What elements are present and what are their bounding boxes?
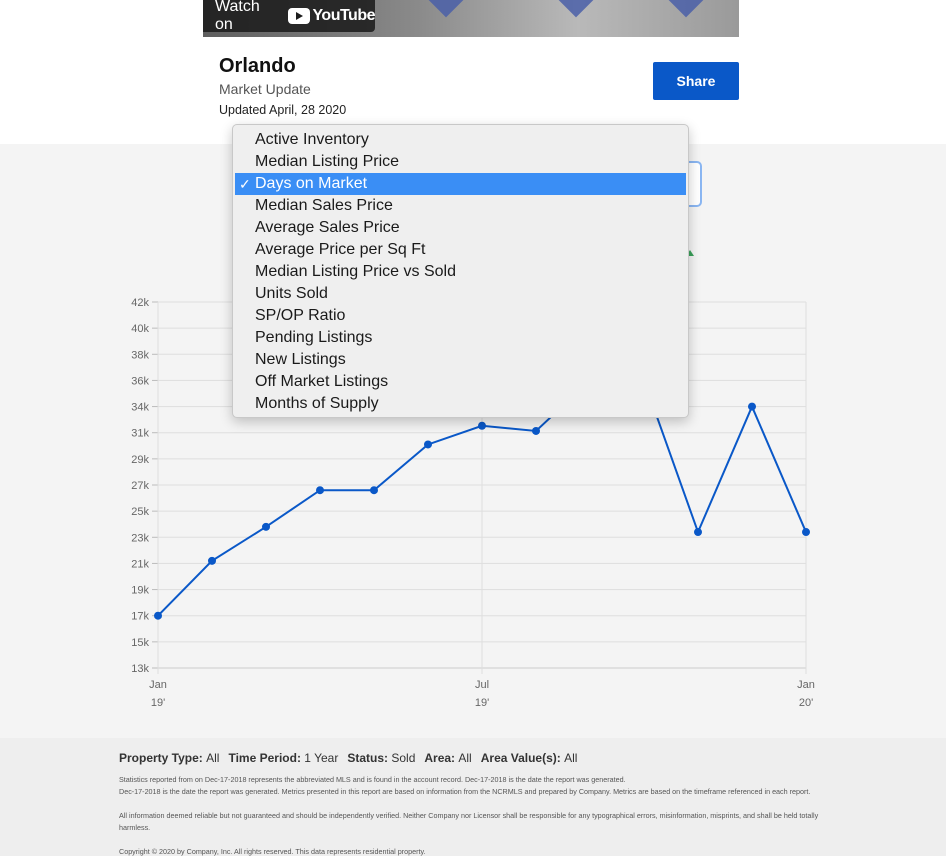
disclaimer-text: Statistics reported from on Dec-17-2018 …: [119, 775, 626, 784]
menu-item-label: Average Price per Sq Ft: [255, 241, 426, 258]
menu-item-label: Months of Supply: [255, 395, 379, 412]
data-point: [424, 440, 432, 449]
y-tick-label: 23k: [131, 532, 149, 544]
youtube-wordmark: YouTube: [312, 7, 375, 24]
page-subtitle: Market Update: [219, 81, 311, 97]
menu-item-label: Average Sales Price: [255, 219, 400, 236]
data-point: [316, 486, 324, 495]
menu-item-label: Days on Market: [255, 175, 368, 192]
filter-label: Status:: [347, 751, 392, 765]
checkmark-icon: ✓: [239, 176, 251, 192]
menu-item[interactable]: Active Inventory: [233, 129, 688, 151]
menu-item[interactable]: Off Market Listings: [233, 371, 688, 393]
city-title: Orlando: [219, 55, 296, 77]
x-tick-label: Jul: [475, 679, 489, 691]
filter-value: Sold: [391, 751, 416, 765]
menu-item[interactable]: Pending Listings: [233, 327, 688, 349]
updated-date: Updated April, 28 2020: [219, 103, 347, 117]
x-axis-ticks: Jan 19' Jul 19' Jan 20': [149, 679, 815, 709]
menu-item[interactable]: Median Listing Price: [233, 151, 688, 173]
filter-value: All: [206, 751, 220, 765]
video-player[interactable]: Watch on YouTube: [203, 0, 739, 37]
report-filters: Property Type: All Time Period: 1 Year Sta…: [119, 751, 586, 765]
data-point: [370, 486, 378, 495]
filter-value: 1 Year: [304, 751, 339, 765]
disclaimer-text: All information deemed reliable but not …: [119, 811, 819, 832]
x-tick-label: Jan: [797, 679, 815, 691]
menu-item-label: Pending Listings: [255, 329, 373, 346]
youtube-logo: YouTube: [288, 7, 375, 25]
menu-item[interactable]: ✓ Days on Market: [235, 173, 686, 195]
menu-item[interactable]: Average Price per Sq Ft: [233, 239, 688, 261]
filter-value: All: [458, 751, 472, 765]
y-tick-label: 27k: [131, 480, 149, 492]
y-tick-label: 21k: [131, 558, 149, 570]
watch-on-youtube-button[interactable]: Watch on YouTube: [203, 0, 375, 33]
x-tick-label: Jan: [149, 679, 167, 691]
youtube-play-icon: [288, 8, 311, 24]
menu-item-label: Units Sold: [255, 285, 328, 302]
x-tick-label: 19': [151, 697, 165, 709]
y-tick-label: 42k: [131, 297, 149, 309]
menu-item[interactable]: Median Sales Price: [233, 195, 688, 217]
y-tick-label: 31k: [131, 428, 149, 440]
y-tick-label: 38k: [131, 349, 149, 361]
filter-label: Area:: [424, 751, 459, 765]
data-point: [532, 426, 540, 435]
share-button[interactable]: Share: [653, 62, 739, 100]
menu-item-label: Off Market Listings: [255, 373, 389, 390]
metric-dropdown-menu[interactable]: Active Inventory Median Listing Price ✓ Day…: [232, 124, 689, 418]
y-tick-label: 29k: [131, 454, 149, 466]
y-axis-ticks: 13k 15k 17k 19k 21k 23k 25k 27k 29k 31k 34k 36k 38k 4…: [131, 297, 149, 675]
y-tick-label: 13k: [131, 663, 149, 675]
menu-item-label: Median Sales Price: [255, 197, 393, 214]
menu-item-label: Median Listing Price: [255, 153, 400, 170]
menu-item[interactable]: SP/OP Ratio: [233, 305, 688, 327]
copyright-text: Copyright © 2020 by Company, Inc. All ri…: [119, 847, 426, 856]
menu-item[interactable]: New Listings: [233, 349, 688, 371]
filter-label: Time Period:: [228, 751, 305, 765]
x-tick-label: 20': [799, 697, 813, 709]
menu-item[interactable]: Months of Supply: [233, 393, 688, 415]
data-point: [802, 528, 810, 537]
data-point: [208, 556, 216, 565]
y-tick-label: 25k: [131, 506, 149, 518]
data-point: [748, 402, 756, 411]
y-tick-label: 40k: [131, 323, 149, 335]
data-point: [694, 528, 702, 537]
menu-item[interactable]: Units Sold: [233, 283, 688, 305]
filter-label: Property Type:: [119, 751, 207, 765]
data-point: [478, 421, 486, 430]
y-tick-label: 36k: [131, 375, 149, 387]
y-tick-label: 19k: [131, 585, 149, 597]
menu-item-label: Active Inventory: [255, 131, 369, 148]
watch-on-label: Watch on: [215, 0, 260, 33]
data-point: [262, 522, 270, 531]
disclaimer-text: Dec-17-2018 is the date the report was g…: [119, 787, 811, 796]
filter-label: Area Value(s):: [480, 751, 565, 765]
filter-value: All: [564, 751, 578, 765]
menu-item[interactable]: Average Sales Price: [233, 217, 688, 239]
y-tick-label: 15k: [131, 637, 149, 649]
menu-item-label: SP/OP Ratio: [255, 307, 346, 324]
data-point: [154, 611, 162, 620]
y-tick-label: 17k: [131, 611, 149, 623]
menu-item-label: New Listings: [255, 351, 346, 368]
y-tick-label: 34k: [131, 402, 149, 414]
x-tick-label: 19': [475, 697, 489, 709]
menu-item[interactable]: Median Listing Price vs Sold: [233, 261, 688, 283]
menu-item-label: Median Listing Price vs Sold: [255, 263, 456, 280]
